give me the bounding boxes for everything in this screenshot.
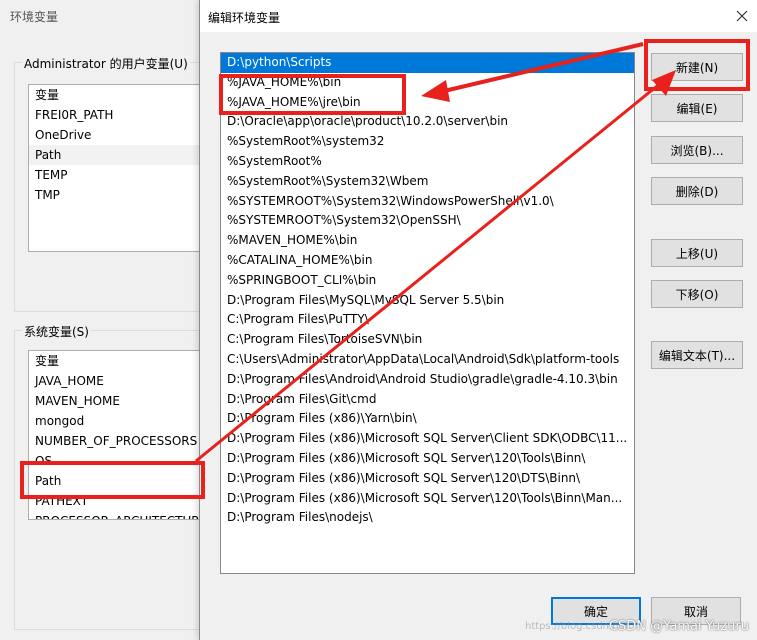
path-entry[interactable]: %JAVA_HOME%\bin [221,73,634,93]
path-list[interactable]: D:\python\Scripts %JAVA_HOME%\bin %JAVA_HO… [220,52,635,574]
dialog-title: 编辑环境变量 [208,11,281,25]
system-var-row[interactable]: JAVA_HOME [29,371,207,391]
system-var-row[interactable]: Path [29,471,207,491]
system-var-row[interactable]: mongod [29,411,207,431]
user-vars-label: Administrator 的用户变量(U) [22,55,190,72]
system-vars-list: 变量 JAVA_HOME MAVEN_HOME mongod NUMBER_OF_PRO… [28,350,208,520]
path-entry[interactable]: %SystemRoot% [221,152,634,172]
user-var-row[interactable]: Path [29,145,207,165]
move-down-button[interactable]: 下移(O) [651,280,743,308]
path-entry[interactable]: D:\Oracle\app\oracle\product\10.2.0\serv… [221,112,634,132]
system-vars-label: 系统变量(S) [22,323,91,340]
watermark: CSDN @Yamai Yuzuru [608,619,749,634]
edit-text-button[interactable]: 编辑文本(T)... [651,341,743,369]
system-var-row[interactable]: NUMBER_OF_PROCESSORS [29,431,207,451]
path-entry[interactable]: D:\Program Files (x86)\Yarn\bin\ [221,409,634,429]
path-entry[interactable]: C:\Program Files\TortoiseSVN\bin [221,330,634,350]
user-var-row[interactable]: FREI0R_PATH [29,105,207,125]
dialog-titlebar: 编辑环境变量 [200,0,757,32]
window-title: 环境变量 [10,10,59,24]
path-entry[interactable]: D:\python\Scripts [221,53,634,73]
browse-button[interactable]: 浏览(B)... [651,136,743,164]
path-entry[interactable]: %CATALINA_HOME%\bin [221,251,634,271]
path-entry[interactable]: D:\Program Files (x86)\Microsoft SQL Ser… [221,429,634,449]
system-vars-header[interactable]: 变量 [29,351,207,371]
system-var-row[interactable]: PROCESSOR_ARCHITECTURE [29,511,207,519]
user-vars-list: 变量 FREI0R_PATH OneDrive Path TEMP TMP [28,84,208,252]
user-var-row[interactable]: TEMP [29,165,207,185]
system-var-row[interactable]: MAVEN_HOME [29,391,207,411]
close-icon[interactable] [730,4,754,28]
path-entry[interactable]: D:\Program Files\MySQL\MySQL Server 5.5\… [221,291,634,311]
path-entry[interactable]: D:\Program Files (x86)\Microsoft SQL Ser… [221,489,634,509]
user-var-row[interactable]: OneDrive [29,125,207,145]
path-entry[interactable]: C:\Program Files\PuTTY\ [221,310,634,330]
path-entry[interactable]: D:\Program Files\Android\Android Studio\… [221,370,634,390]
path-entry[interactable]: %SystemRoot%\system32 [221,132,634,152]
path-entry[interactable]: %SYSTEMROOT%\System32\OpenSSH\ [221,211,634,231]
path-entry[interactable]: %SystemRoot%\System32\Wbem [221,172,634,192]
delete-button[interactable]: 删除(D) [651,177,743,205]
path-entry[interactable]: D:\Program Files (x86)\Microsoft SQL Ser… [221,449,634,469]
path-entry[interactable]: D:\Program Files\Git\cmd [221,390,634,410]
path-entry[interactable]: %SPRINGBOOT_CLI%\bin [221,271,634,291]
path-entry[interactable]: D:\Program Files\nodejs\ [221,508,634,528]
path-entry[interactable]: %MAVEN_HOME%\bin [221,231,634,251]
path-entry[interactable]: %SYSTEMROOT%\System32\WindowsPowerShell\… [221,192,634,212]
system-var-row[interactable]: PATHEXT [29,491,207,511]
path-entry[interactable]: C:\Users\Administrator\AppData\Local\And… [221,350,634,370]
path-entry[interactable]: %JAVA_HOME%\jre\bin [221,93,634,113]
user-var-row[interactable]: TMP [29,185,207,205]
new-button[interactable]: 新建(N) [651,53,743,81]
user-vars-header[interactable]: 变量 [29,85,207,105]
edit-env-var-dialog: 编辑环境变量 D:\python\Scripts %JAVA_HOME%\bin%… [199,0,757,640]
move-up-button[interactable]: 上移(U) [651,239,743,267]
edit-button[interactable]: 编辑(E) [651,94,743,122]
path-entry[interactable]: D:\Program Files (x86)\Microsoft SQL Ser… [221,469,634,489]
system-var-row[interactable]: OS [29,451,207,471]
